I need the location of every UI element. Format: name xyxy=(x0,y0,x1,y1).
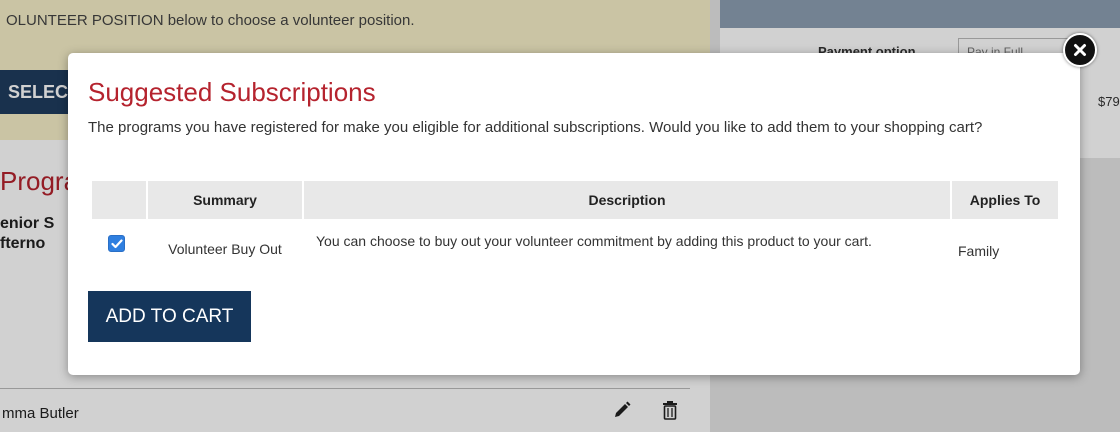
modal-title: Suggested Subscriptions xyxy=(88,77,376,107)
subscriptions-table: Summary Description Applies To Volunteer… xyxy=(90,181,1060,259)
header-select xyxy=(92,181,146,219)
add-to-cart-button[interactable]: ADD TO CART xyxy=(88,291,251,342)
checkmark-icon xyxy=(110,238,123,248)
header-description: Description xyxy=(304,181,950,219)
close-icon xyxy=(1074,44,1086,56)
subscription-checkbox[interactable] xyxy=(108,235,125,252)
summary-cell: Volunteer Buy Out xyxy=(168,241,282,257)
select-cell xyxy=(92,219,146,259)
description-cell: You can choose to buy out your volunteer… xyxy=(316,233,872,249)
table-header-row: Summary Description Applies To xyxy=(92,181,1058,219)
suggested-subscriptions-modal: Suggested Subscriptions The programs you… xyxy=(68,53,1080,375)
modal-description: The programs you have registered for mak… xyxy=(88,119,983,136)
applies-to-cell: Family xyxy=(958,243,1000,259)
close-modal-button[interactable] xyxy=(1063,33,1097,67)
header-summary: Summary xyxy=(148,181,302,219)
header-applies-to: Applies To xyxy=(952,181,1058,219)
table-row: Volunteer Buy Out You can choose to buy … xyxy=(92,219,1058,259)
